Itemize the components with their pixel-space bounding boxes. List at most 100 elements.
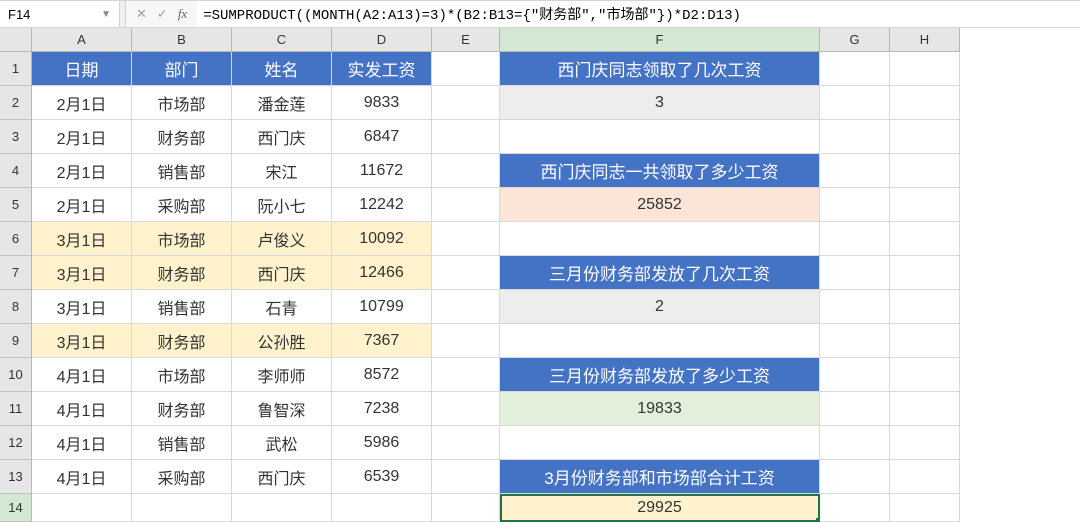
- cell-A3[interactable]: 2月1日: [32, 120, 132, 154]
- name-box[interactable]: F14 ▼: [0, 1, 120, 27]
- cell-F3[interactable]: [500, 120, 820, 154]
- cell-H7[interactable]: [890, 256, 960, 290]
- cell-C5[interactable]: 阮小七: [232, 188, 332, 222]
- cancel-icon[interactable]: ✕: [136, 6, 147, 22]
- cell-F11[interactable]: 19833: [500, 392, 820, 426]
- cell-E7[interactable]: [432, 256, 500, 290]
- cell-C12[interactable]: 武松: [232, 426, 332, 460]
- row-header-7[interactable]: 7: [0, 256, 32, 290]
- cell-C3[interactable]: 西门庆: [232, 120, 332, 154]
- row-header-8[interactable]: 8: [0, 290, 32, 324]
- cell-H3[interactable]: [890, 120, 960, 154]
- cell-G4[interactable]: [820, 154, 890, 188]
- cell-E2[interactable]: [432, 86, 500, 120]
- cell-F4[interactable]: 西门庆同志一共领取了多少工资: [500, 154, 820, 188]
- cell-G3[interactable]: [820, 120, 890, 154]
- cell-H5[interactable]: [890, 188, 960, 222]
- cell-F2[interactable]: 3: [500, 86, 820, 120]
- row-header-1[interactable]: 1: [0, 52, 32, 86]
- cell-D10[interactable]: 8572: [332, 358, 432, 392]
- cell-A2[interactable]: 2月1日: [32, 86, 132, 120]
- col-header-A[interactable]: A: [32, 28, 132, 52]
- cell-G1[interactable]: [820, 52, 890, 86]
- cell-F14[interactable]: 29925: [500, 494, 820, 522]
- cell-E9[interactable]: [432, 324, 500, 358]
- cell-C1[interactable]: 姓名: [232, 52, 332, 86]
- confirm-icon[interactable]: ✓: [157, 6, 168, 22]
- cell-A13[interactable]: 4月1日: [32, 460, 132, 494]
- cell-B4[interactable]: 销售部: [132, 154, 232, 188]
- name-box-dropdown-icon[interactable]: ▼: [101, 9, 111, 20]
- cell-A9[interactable]: 3月1日: [32, 324, 132, 358]
- fx-icon[interactable]: fx: [178, 6, 187, 22]
- cell-G5[interactable]: [820, 188, 890, 222]
- cell-E12[interactable]: [432, 426, 500, 460]
- cell-H6[interactable]: [890, 222, 960, 256]
- cell-B10[interactable]: 市场部: [132, 358, 232, 392]
- cell-D3[interactable]: 6847: [332, 120, 432, 154]
- row-header-5[interactable]: 5: [0, 188, 32, 222]
- cell-A8[interactable]: 3月1日: [32, 290, 132, 324]
- cell-G7[interactable]: [820, 256, 890, 290]
- cell-C13[interactable]: 西门庆: [232, 460, 332, 494]
- cell-F12[interactable]: [500, 426, 820, 460]
- cell-G10[interactable]: [820, 358, 890, 392]
- cell-E6[interactable]: [432, 222, 500, 256]
- cell-D4[interactable]: 11672: [332, 154, 432, 188]
- cell-B1[interactable]: 部门: [132, 52, 232, 86]
- row-header-11[interactable]: 11: [0, 392, 32, 426]
- cell-B8[interactable]: 销售部: [132, 290, 232, 324]
- cell-E3[interactable]: [432, 120, 500, 154]
- cell-F6[interactable]: [500, 222, 820, 256]
- select-all-corner[interactable]: [0, 28, 32, 52]
- cell-E1[interactable]: [432, 52, 500, 86]
- cell-A7[interactable]: 3月1日: [32, 256, 132, 290]
- cell-C7[interactable]: 西门庆: [232, 256, 332, 290]
- cell-D2[interactable]: 9833: [332, 86, 432, 120]
- cell-E13[interactable]: [432, 460, 500, 494]
- cell-E14[interactable]: [432, 494, 500, 522]
- cell-D12[interactable]: 5986: [332, 426, 432, 460]
- cell-D9[interactable]: 7367: [332, 324, 432, 358]
- cell-B11[interactable]: 财务部: [132, 392, 232, 426]
- cell-E5[interactable]: [432, 188, 500, 222]
- cell-H2[interactable]: [890, 86, 960, 120]
- cell-F13[interactable]: 3月份财务部和市场部合计工资: [500, 460, 820, 494]
- cell-E8[interactable]: [432, 290, 500, 324]
- cell-D13[interactable]: 6539: [332, 460, 432, 494]
- cell-C14[interactable]: [232, 494, 332, 522]
- cell-F9[interactable]: [500, 324, 820, 358]
- cell-A10[interactable]: 4月1日: [32, 358, 132, 392]
- cell-A14[interactable]: [32, 494, 132, 522]
- cell-H11[interactable]: [890, 392, 960, 426]
- col-header-F[interactable]: F: [500, 28, 820, 52]
- cell-E4[interactable]: [432, 154, 500, 188]
- col-header-G[interactable]: G: [820, 28, 890, 52]
- cell-F10[interactable]: 三月份财务部发放了多少工资: [500, 358, 820, 392]
- cell-C10[interactable]: 李师师: [232, 358, 332, 392]
- cell-G2[interactable]: [820, 86, 890, 120]
- cell-G14[interactable]: [820, 494, 890, 522]
- cell-G9[interactable]: [820, 324, 890, 358]
- cell-F8[interactable]: 2: [500, 290, 820, 324]
- cell-F1[interactable]: 西门庆同志领取了几次工资: [500, 52, 820, 86]
- cell-H13[interactable]: [890, 460, 960, 494]
- cell-B13[interactable]: 采购部: [132, 460, 232, 494]
- cell-E11[interactable]: [432, 392, 500, 426]
- cell-B6[interactable]: 市场部: [132, 222, 232, 256]
- cell-A11[interactable]: 4月1日: [32, 392, 132, 426]
- row-header-3[interactable]: 3: [0, 120, 32, 154]
- cell-D6[interactable]: 10092: [332, 222, 432, 256]
- cell-A1[interactable]: 日期: [32, 52, 132, 86]
- cell-A6[interactable]: 3月1日: [32, 222, 132, 256]
- row-header-9[interactable]: 9: [0, 324, 32, 358]
- cell-H12[interactable]: [890, 426, 960, 460]
- cell-C9[interactable]: 公孙胜: [232, 324, 332, 358]
- row-header-14[interactable]: 14: [0, 494, 32, 522]
- cell-D1[interactable]: 实发工资: [332, 52, 432, 86]
- cell-B9[interactable]: 财务部: [132, 324, 232, 358]
- cell-B12[interactable]: 销售部: [132, 426, 232, 460]
- row-header-2[interactable]: 2: [0, 86, 32, 120]
- cell-G11[interactable]: [820, 392, 890, 426]
- cell-H10[interactable]: [890, 358, 960, 392]
